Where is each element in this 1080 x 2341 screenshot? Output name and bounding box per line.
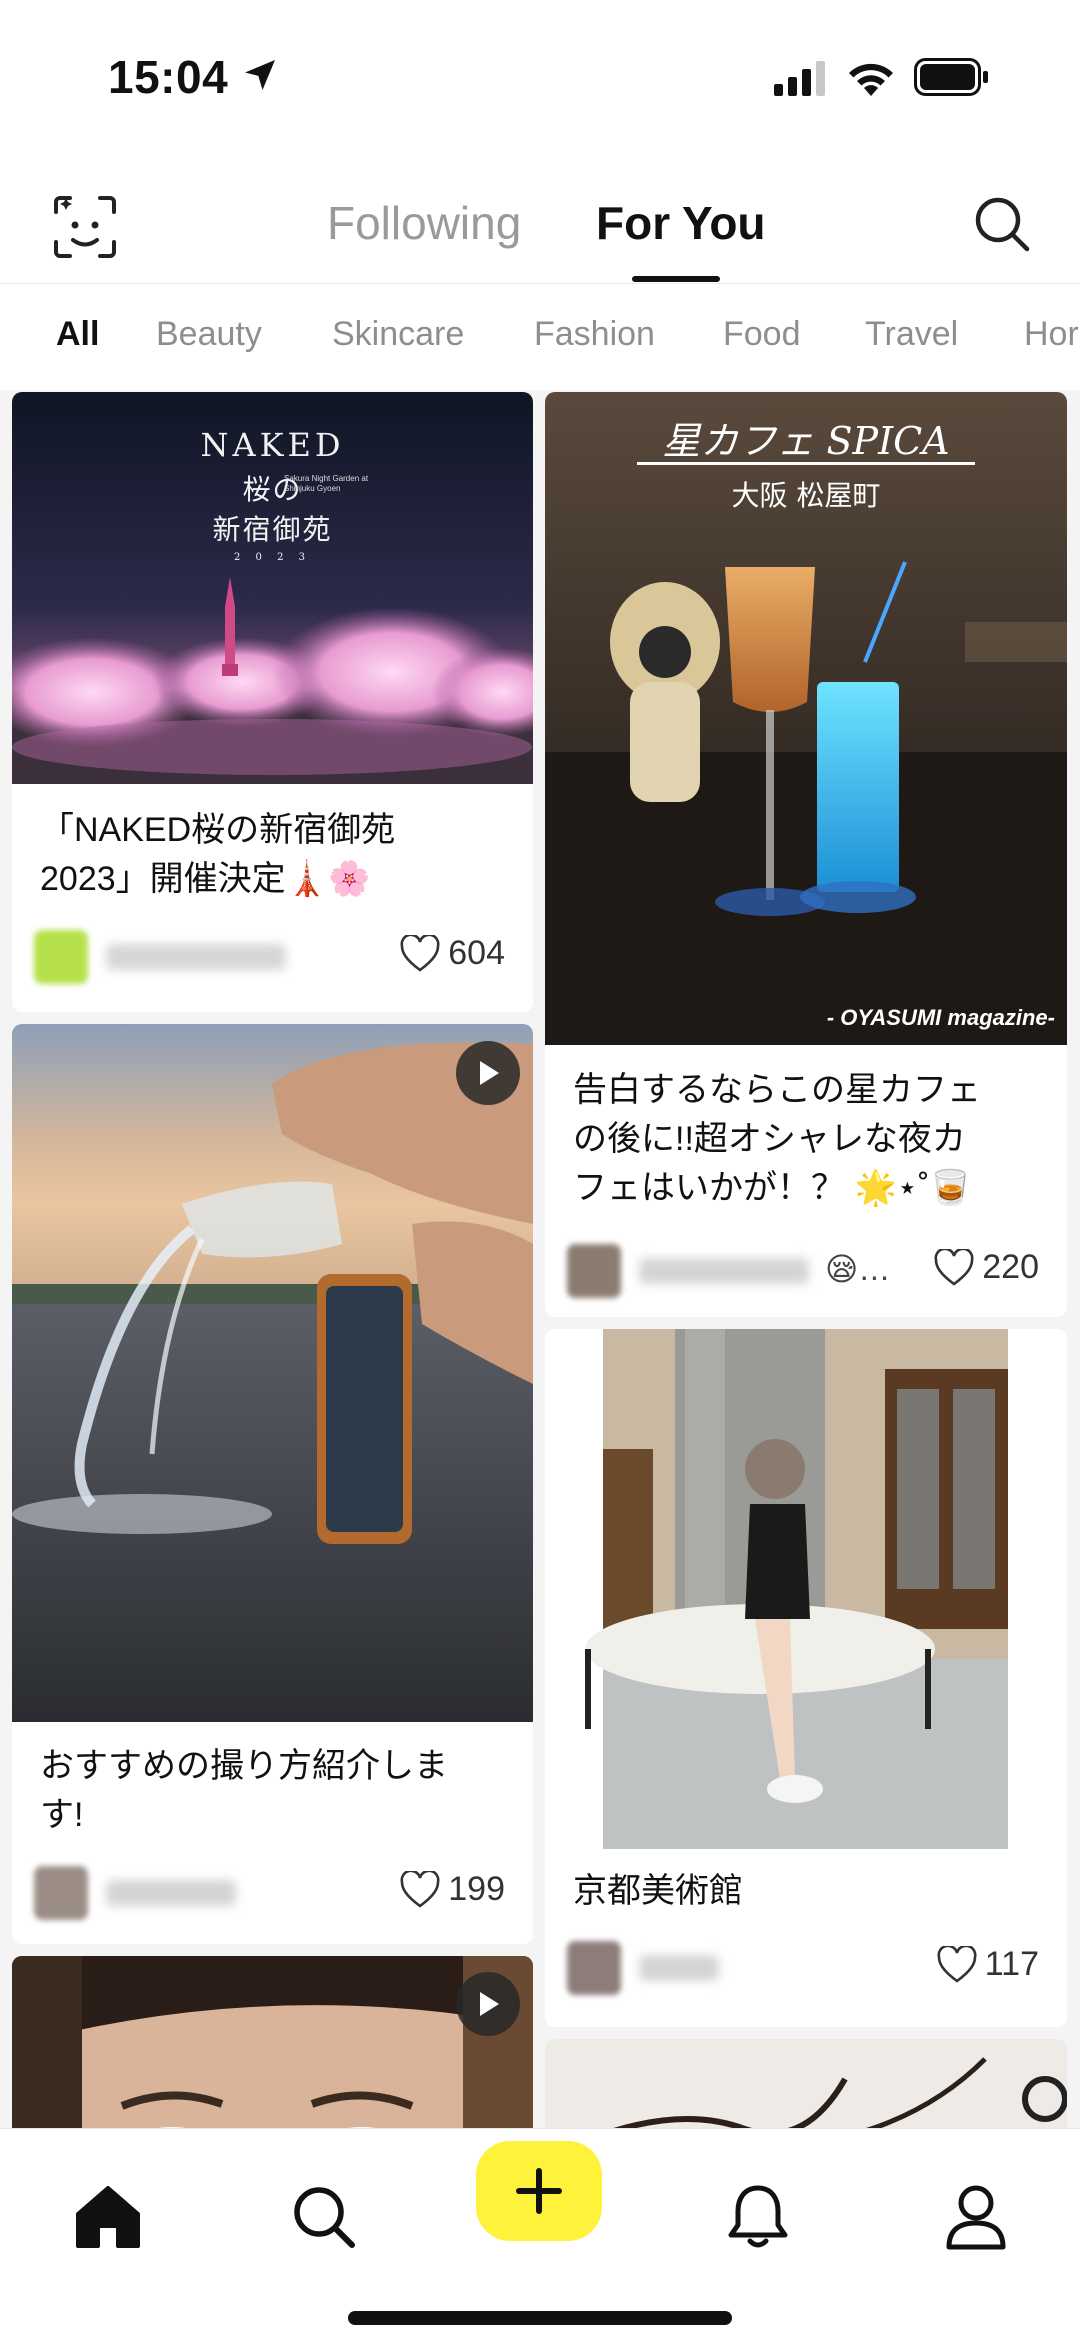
post-card-water[interactable]: おすすめの撮り方紹介しま す! 199: [12, 1024, 533, 1944]
category-skincare[interactable]: Skincare: [332, 315, 464, 354]
post-image[interactable]: [545, 2039, 1067, 2128]
like-count[interactable]: 117: [937, 1945, 1039, 1984]
bell-icon: [728, 2185, 788, 2248]
category-travel[interactable]: Travel: [865, 315, 958, 354]
post-image[interactable]: 星カフェ SPICA 大阪 松屋町 - OYASUMI magazine-: [545, 392, 1067, 1045]
image-overlay-text: NAKED 桜の 新宿御苑 2 0 2 3: [200, 426, 345, 563]
overlay-divider: [637, 462, 975, 465]
username-blurred[interactable]: [639, 1955, 719, 1981]
search-icon: [294, 2187, 355, 2248]
post-meta: 117: [567, 1937, 1039, 1997]
nav-profile[interactable]: [938, 2179, 1014, 2255]
post-title[interactable]: 京都美術館: [573, 1867, 1043, 1916]
post-card-spica[interactable]: 星カフェ SPICA 大阪 松屋町 - OYASUMI magazine- 告白…: [545, 392, 1067, 1317]
username-blurred[interactable]: [106, 944, 286, 970]
location-arrow-icon: [245, 60, 275, 90]
create-post-button[interactable]: [476, 2141, 602, 2241]
nav-notifications[interactable]: [720, 2179, 796, 2255]
post-meta: 199: [34, 1862, 505, 1922]
avatar[interactable]: [34, 930, 88, 984]
cellular-signal-icon: [774, 61, 825, 96]
post-card-naked[interactable]: NAKED 桜の 新宿御苑 2 0 2 3 Sakura Night Garde…: [12, 392, 533, 1012]
heart-icon: [400, 1870, 440, 1908]
search-icon[interactable]: [972, 194, 1032, 254]
nav-search[interactable]: [286, 2179, 362, 2255]
post-card-portrait[interactable]: [12, 1956, 533, 2128]
video-play-button[interactable]: [456, 1041, 520, 1105]
status-bar: 15:04: [0, 0, 1080, 150]
image-overlay-subtitle: 大阪 松屋町: [731, 479, 881, 512]
battery-icon: [914, 58, 988, 96]
nav-home[interactable]: [70, 2179, 146, 2255]
face-scan-icon[interactable]: [50, 192, 120, 262]
post-title[interactable]: 「NAKED桜の新宿御苑 2023」開催決定🗼🌸: [40, 806, 509, 904]
post-title[interactable]: おすすめの撮り方紹介しま す!: [40, 1742, 509, 1840]
category-beauty[interactable]: Beauty: [156, 315, 262, 354]
username-suffix: 😪…: [825, 1251, 891, 1287]
profile-icon: [946, 2185, 1006, 2250]
post-image[interactable]: NAKED 桜の 新宿御苑 2 0 2 3 Sakura Night Garde…: [12, 392, 533, 784]
username-blurred[interactable]: [106, 1880, 236, 1906]
plus-icon: [516, 2168, 562, 2214]
avatar[interactable]: [567, 1941, 621, 1995]
post-title[interactable]: 告白するならこの星カフェ の後に!!超オシャレな夜カ フェはいかが！？ 🌟⋆˚🥃: [573, 1066, 1043, 1213]
image-subtext: Sakura Night Garden at Shinjuku Gyoen: [284, 474, 369, 493]
home-indicator: [348, 2311, 732, 2325]
category-all[interactable]: All: [56, 315, 99, 354]
post-meta: 604: [34, 926, 505, 986]
tab-following[interactable]: Following: [327, 196, 521, 250]
post-image[interactable]: [545, 1329, 1067, 1849]
category-bar: All Beauty Skincare Fashion Food Travel …: [0, 300, 1080, 380]
active-tab-indicator: [632, 276, 720, 282]
post-card-museum[interactable]: 京都美術館 117: [545, 1329, 1067, 2027]
like-count[interactable]: 220: [934, 1248, 1039, 1287]
video-play-button[interactable]: [456, 1972, 520, 2036]
top-header: Following For You: [0, 180, 1080, 284]
avatar[interactable]: [34, 1866, 88, 1920]
wifi-icon: [849, 63, 893, 96]
post-meta: 😪… 220: [567, 1240, 1039, 1300]
post-image[interactable]: [12, 1024, 533, 1722]
category-fashion[interactable]: Fashion: [534, 315, 655, 354]
home-icon: [76, 2186, 140, 2248]
category-home[interactable]: Hor: [1024, 315, 1079, 354]
status-time: 15:04: [108, 51, 229, 103]
image-overlay-title: 星カフェ SPICA: [662, 419, 950, 463]
image-credit: - OYASUMI magazine-: [826, 1005, 1055, 1030]
heart-icon: [937, 1945, 977, 1983]
bottom-navigation: [0, 2128, 1080, 2341]
tab-for-you[interactable]: For You: [596, 196, 766, 250]
post-image[interactable]: [12, 1956, 533, 2128]
like-count[interactable]: 199: [400, 1870, 505, 1909]
like-count[interactable]: 604: [400, 934, 505, 973]
post-feed[interactable]: NAKED 桜の 新宿御苑 2 0 2 3 Sakura Night Garde…: [0, 390, 1080, 2128]
play-icon: [480, 1061, 499, 1085]
post-card-branches[interactable]: [545, 2039, 1067, 2128]
heart-icon: [400, 934, 440, 972]
avatar[interactable]: [567, 1244, 621, 1298]
category-food[interactable]: Food: [723, 315, 801, 354]
username-blurred[interactable]: [639, 1258, 809, 1284]
play-icon: [480, 1992, 499, 2016]
heart-icon: [934, 1248, 974, 1286]
